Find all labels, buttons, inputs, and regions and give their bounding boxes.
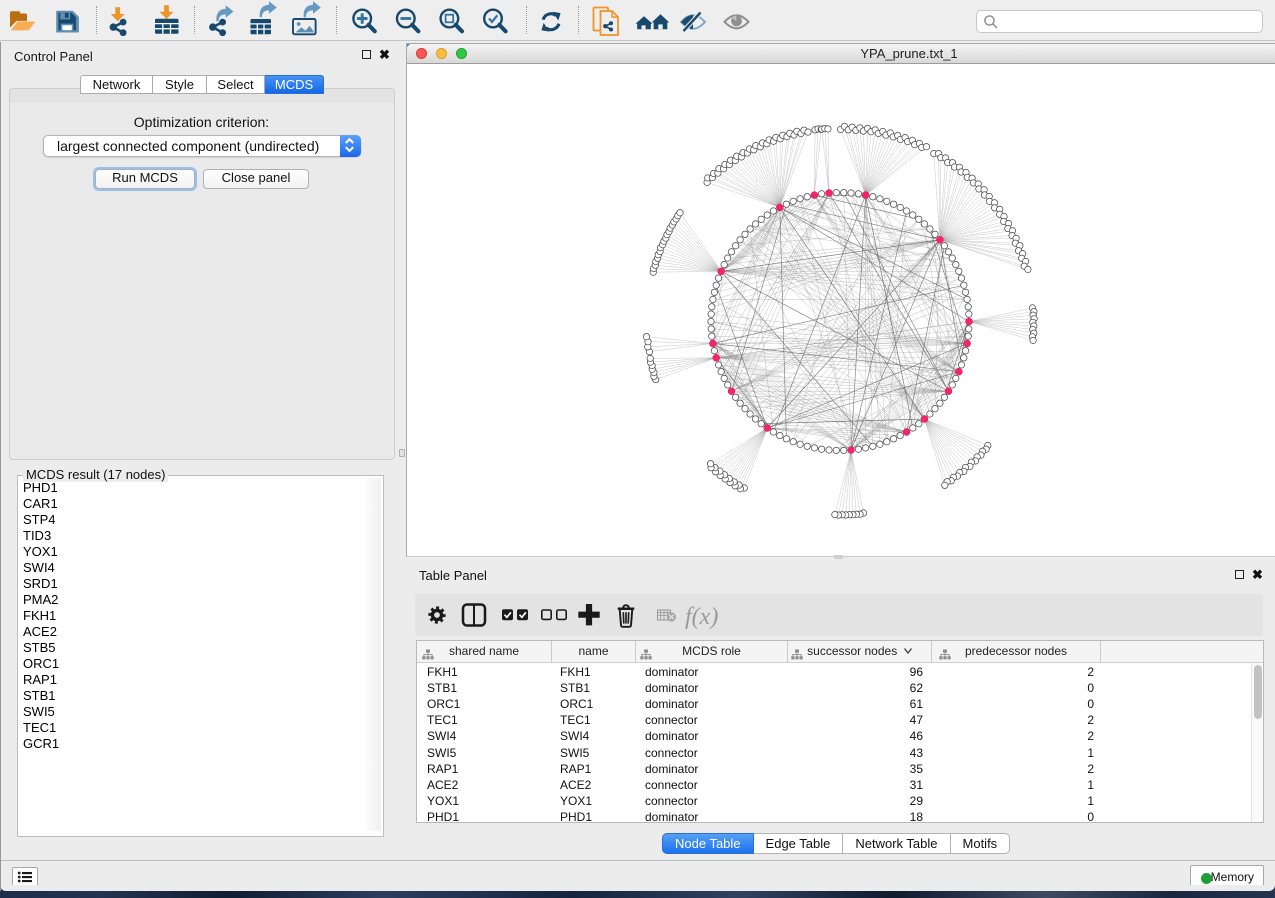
svg-text:f(x): f(x): [685, 604, 718, 630]
